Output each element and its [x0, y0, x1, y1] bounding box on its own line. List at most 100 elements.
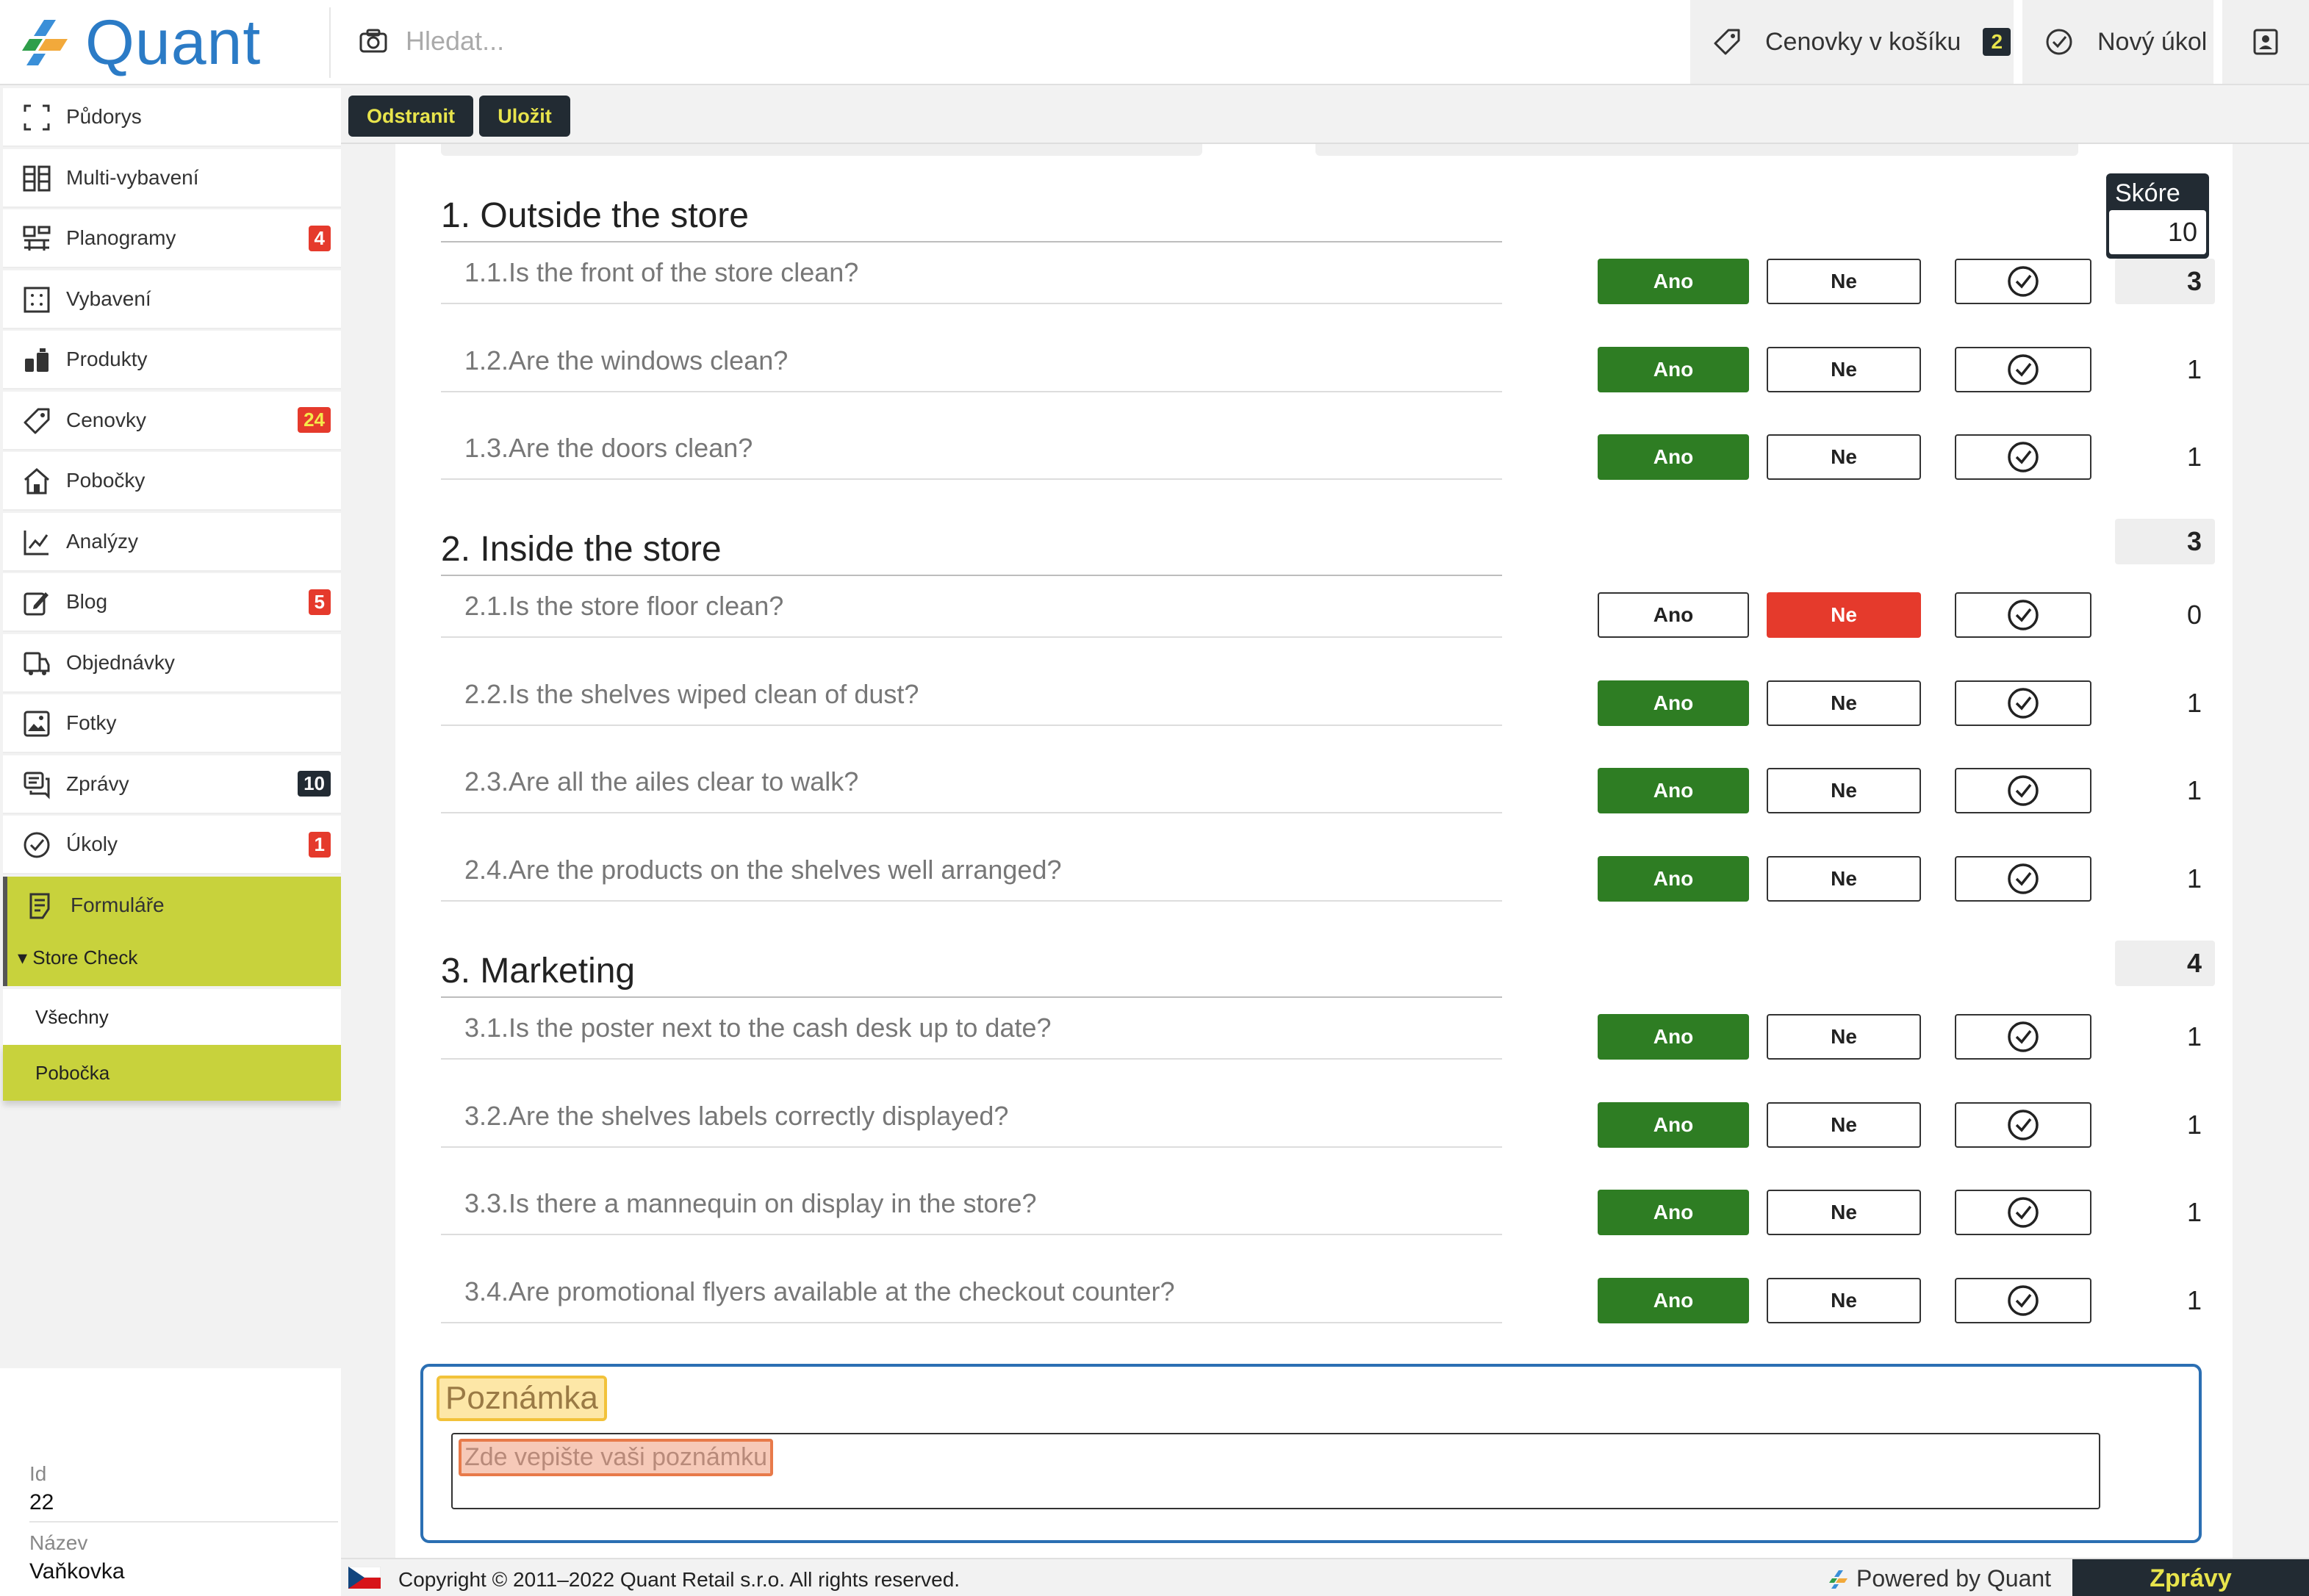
sidebar-item-label: Úkoly [66, 833, 118, 855]
camera-icon[interactable] [359, 26, 388, 56]
question-text: 2.4.Are the products on the shelves well… [464, 854, 1062, 885]
delete-button[interactable]: Odstranit [348, 96, 473, 137]
no-button[interactable]: Ne [1767, 1101, 1921, 1148]
yes-button[interactable]: Ano [1598, 259, 1749, 304]
note-input[interactable]: Zde vepište vaši poznámku [451, 1433, 2100, 1509]
czech-flag-icon[interactable] [348, 1567, 381, 1589]
tasks-icon [24, 832, 50, 858]
sidebar-item-pudorys[interactable]: Půdorys [3, 88, 341, 147]
check-circle-icon [2008, 1197, 2039, 1228]
task-check-button[interactable] [1955, 259, 2091, 304]
no-button[interactable]: Ne [1767, 592, 1921, 638]
sidebar-item-ukoly[interactable]: Úkoly 1 [3, 816, 341, 874]
forms-icon [29, 893, 50, 919]
question-text: 1.1.Is the front of the store clean? [464, 257, 859, 287]
yes-button[interactable]: Ano [1598, 1277, 1749, 1323]
price-tag-icon [1714, 29, 1740, 55]
new-task-button[interactable]: Nový úkol [2022, 0, 2213, 84]
task-check-button[interactable] [1955, 1101, 2091, 1148]
task-check-button[interactable] [1955, 680, 2091, 726]
question-divider [441, 1146, 1502, 1148]
task-check-button[interactable] [1955, 434, 2091, 480]
new-task-label: Nový úkol [2097, 27, 2208, 56]
no-button[interactable]: Ne [1767, 434, 1921, 480]
no-button[interactable]: Ne [1767, 1277, 1921, 1323]
submenu-item-all[interactable]: Všechny [3, 989, 341, 1045]
sidebar-item-label: Zprávy [66, 772, 129, 795]
task-check-button[interactable] [1955, 1190, 2091, 1235]
logo[interactable]: Quant [19, 9, 328, 76]
floorplan-icon [24, 104, 50, 131]
sidebar-item-label: Objednávky [66, 650, 175, 674]
no-button[interactable]: Ne [1767, 1190, 1921, 1235]
cart-count-badge: 2 [1983, 28, 2011, 56]
yes-button[interactable]: Ano [1598, 1101, 1749, 1148]
sidebar-item-fotky[interactable]: Fotky [3, 694, 341, 753]
task-check-button[interactable] [1955, 855, 2091, 902]
sidebar-item-produkty[interactable]: Produkty [3, 331, 341, 389]
no-button[interactable]: Ne [1767, 346, 1921, 392]
check-circle-icon [2008, 353, 2039, 385]
yes-button[interactable]: Ano [1598, 768, 1749, 813]
section-title: 1. Outside the store [441, 196, 749, 235]
no-button[interactable]: Ne [1767, 1014, 1921, 1060]
messages-icon [24, 772, 50, 799]
submenu-item-branch[interactable]: Pobočka [3, 1045, 341, 1101]
section-divider [441, 996, 1502, 998]
user-profile-button[interactable] [2222, 0, 2309, 84]
task-check-button[interactable] [1955, 346, 2091, 392]
section-score: 4 [2115, 941, 2215, 986]
question-divider [441, 1321, 1502, 1323]
question-score: 0 [2186, 600, 2202, 630]
photos-icon [24, 711, 50, 737]
sidebar-item-analyzy[interactable]: Analýzy [3, 512, 341, 572]
save-button[interactable]: Uložit [479, 96, 570, 137]
yes-button[interactable]: Ano [1598, 680, 1749, 726]
sidebar-item-zpravy[interactable]: Zprávy 10 [3, 755, 341, 814]
sidebar-item-planogramy[interactable]: Planogramy 4 [3, 209, 341, 268]
yes-button[interactable]: Ano [1598, 592, 1749, 638]
question-text: 3.1.Is the poster next to the cash desk … [464, 1013, 1052, 1043]
sidebar-item-label: Multi-vybavení [66, 165, 199, 189]
question-text: 1.3.Are the doors clean? [464, 433, 753, 463]
sidebar-item-pobocky[interactable]: Pobočky [3, 452, 341, 511]
note-placeholder: Zde vepište vaši poznámku [459, 1439, 773, 1476]
yes-button[interactable]: Ano [1598, 346, 1749, 392]
section-divider [441, 575, 1502, 576]
no-button[interactable]: Ne [1767, 855, 1921, 902]
no-button[interactable]: Ne [1767, 259, 1921, 304]
no-button[interactable]: Ne [1767, 768, 1921, 813]
sidebar-item-blog[interactable]: Blog 5 [3, 573, 341, 632]
task-check-button[interactable] [1955, 1014, 2091, 1060]
powered-by[interactable]: Powered by Quant [1828, 1565, 2051, 1592]
cart-price-tags-button[interactable]: Cenovky v košíku 2 [1690, 0, 2014, 84]
question-divider [441, 812, 1502, 813]
task-check-button[interactable] [1955, 592, 2091, 638]
submenu-store-check[interactable]: ▾ Store Check [3, 929, 341, 986]
top-bar: Quant Cenovky v košíku 2 Nový úkol [0, 0, 2309, 85]
yes-button[interactable]: Ano [1598, 855, 1749, 902]
sidebar-item-formulare[interactable]: Formuláře [3, 876, 341, 935]
sidebar-item-objednavky[interactable]: Objednávky [3, 633, 341, 693]
yes-button[interactable]: Ano [1598, 1190, 1749, 1235]
no-button[interactable]: Ne [1767, 680, 1921, 726]
sidebar-item-cenovky[interactable]: Cenovky 24 [3, 391, 341, 450]
check-circle-icon [2008, 687, 2039, 719]
question-score: 1 [2186, 1284, 2202, 1315]
yes-button[interactable]: Ano [1598, 434, 1749, 480]
task-check-button[interactable] [1955, 1277, 2091, 1323]
author-field-cut [1315, 144, 2078, 156]
question-divider [441, 303, 1502, 304]
yes-button[interactable]: Ano [1598, 1014, 1749, 1060]
task-check-button[interactable] [1955, 768, 2091, 813]
planogram-icon [23, 226, 51, 251]
cart-label: Cenovky v košíku [1765, 27, 1961, 56]
messages-footer-button[interactable]: Zprávy [2072, 1559, 2309, 1596]
sidebar-item-vybaveni[interactable]: Vybavení [3, 270, 341, 329]
search-bar[interactable] [359, 18, 1681, 65]
question-divider [441, 899, 1502, 902]
sidebar-item-label: Planogramy [66, 226, 176, 249]
id-label: Id [29, 1462, 47, 1485]
sidebar-item-multi-vybaveni[interactable]: Multi-vybavení [3, 148, 341, 208]
search-input[interactable] [406, 26, 1288, 57]
